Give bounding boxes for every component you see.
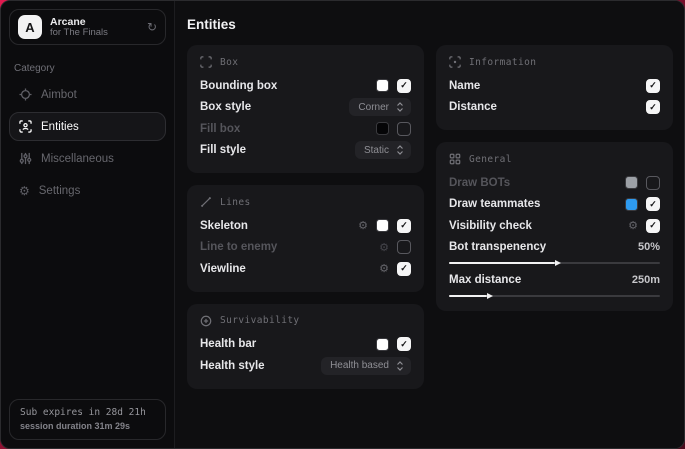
setting-row-line-to-enemy: Line to enemy ⚙ xyxy=(200,237,411,259)
bot-transparency-slider[interactable] xyxy=(449,262,660,264)
checkbox[interactable] xyxy=(397,262,411,276)
setting-row-bounding-box: Bounding box xyxy=(200,75,411,97)
panel-general: General Draw BOTs Draw teammates xyxy=(436,142,673,311)
sliders-icon xyxy=(19,152,32,165)
gear-icon: ⚙ xyxy=(19,185,30,197)
checkbox[interactable] xyxy=(397,79,411,93)
gear-icon[interactable]: ⚙ xyxy=(379,263,389,274)
checkbox[interactable] xyxy=(397,240,411,254)
fill-style-dropdown[interactable]: Static xyxy=(355,141,411,159)
diagonal-line-icon xyxy=(200,196,212,208)
panel-header-label: Survivability xyxy=(220,315,300,326)
brand-card: A Arcane for The Finals ↻ xyxy=(9,9,166,45)
color-swatch[interactable] xyxy=(376,122,389,135)
panel-header-label: Information xyxy=(469,57,536,68)
brand-text: Arcane for The Finals xyxy=(50,16,139,39)
checkbox[interactable] xyxy=(646,197,660,211)
health-plus-icon xyxy=(200,315,212,327)
chevron-up-down-icon xyxy=(396,361,404,371)
setting-row-distance: Distance xyxy=(449,97,660,119)
grid-icon xyxy=(449,153,461,165)
checkbox[interactable] xyxy=(646,219,660,233)
setting-row-skeleton: Skeleton ⚙ xyxy=(200,215,411,237)
health-style-dropdown[interactable]: Health based xyxy=(321,357,411,375)
panel-header-label: General xyxy=(469,154,512,165)
sidebar-item-label: Entities xyxy=(41,121,79,133)
checkbox[interactable] xyxy=(646,79,660,93)
max-distance-slider[interactable] xyxy=(449,295,660,297)
setting-row-health-bar: Health bar xyxy=(200,334,411,356)
checkbox[interactable] xyxy=(397,122,411,136)
setting-row-health-style: Health style Health based xyxy=(200,355,411,377)
category-label: Category xyxy=(1,53,174,80)
setting-row-draw-teammates: Draw teammates xyxy=(449,194,660,216)
sidebar-item-aimbot[interactable]: Aimbot xyxy=(9,80,166,109)
gear-icon[interactable]: ⚙ xyxy=(358,220,368,231)
sidebar-item-entities[interactable]: Entities xyxy=(9,112,166,141)
setting-row-max-distance: Max distance 250m xyxy=(449,271,660,297)
refresh-icon[interactable]: ↻ xyxy=(147,21,157,33)
panel-header-label: Box xyxy=(220,57,238,68)
session-duration-text: session duration 31m 29s xyxy=(20,421,155,431)
setting-row-name: Name xyxy=(449,75,660,97)
setting-row-viewline: Viewline ⚙ xyxy=(200,258,411,280)
entities-scan-icon xyxy=(19,120,32,133)
checkbox[interactable] xyxy=(646,176,660,190)
checkbox[interactable] xyxy=(646,100,660,114)
app-title: Arcane xyxy=(50,16,139,28)
panel-box: Box Bounding box Box style Corner xyxy=(187,45,424,173)
sub-expiry-text: Sub expires in 28d 21h xyxy=(20,407,155,418)
checkbox[interactable] xyxy=(397,337,411,351)
crosshair-icon xyxy=(19,88,32,101)
page-title: Entities xyxy=(175,1,685,45)
setting-row-draw-bots: Draw BOTs xyxy=(449,172,660,194)
app-window: A Arcane for The Finals ↻ Category Aimbo… xyxy=(0,0,685,449)
slider-thumb[interactable] xyxy=(555,260,561,266)
app-logo: A xyxy=(18,15,42,39)
slider-value: 250m xyxy=(632,274,660,286)
color-swatch[interactable] xyxy=(625,176,638,189)
chevron-up-down-icon xyxy=(396,145,404,155)
sidebar-item-settings[interactable]: ⚙ Settings xyxy=(9,176,166,205)
setting-row-fill-box: Fill box xyxy=(200,118,411,140)
app-subtitle: for The Finals xyxy=(50,28,139,39)
checkbox[interactable] xyxy=(397,219,411,233)
panel-header-label: Lines xyxy=(220,197,251,208)
sidebar-item-label: Miscellaneous xyxy=(41,153,114,165)
setting-row-box-style: Box style Corner xyxy=(200,97,411,119)
panel-survivability: Survivability Health bar Health style He… xyxy=(187,304,424,389)
slider-value: 50% xyxy=(638,241,660,253)
box-corners-icon xyxy=(200,56,212,68)
setting-row-fill-style: Fill style Static xyxy=(200,140,411,162)
color-swatch[interactable] xyxy=(625,198,638,211)
main-content: Entities Box Bounding box xyxy=(175,1,685,448)
slider-thumb[interactable] xyxy=(487,293,493,299)
gear-icon[interactable]: ⚙ xyxy=(379,242,389,253)
panel-information: Information Name Distance xyxy=(436,45,673,130)
sidebar-nav: Aimbot Entities Miscellaneous ⚙ Settings xyxy=(1,80,174,205)
info-scan-icon xyxy=(449,56,461,68)
sidebar: A Arcane for The Finals ↻ Category Aimbo… xyxy=(1,1,175,448)
sidebar-item-label: Aimbot xyxy=(41,89,77,101)
color-swatch[interactable] xyxy=(376,219,389,232)
setting-row-bot-transparency: Bot transpenency 50% xyxy=(449,238,660,264)
sidebar-item-label: Settings xyxy=(39,185,81,197)
subscription-info: Sub expires in 28d 21h session duration … xyxy=(9,399,166,440)
gear-icon[interactable]: ⚙ xyxy=(628,220,638,231)
setting-row-visibility-check: Visibility check ⚙ xyxy=(449,215,660,237)
panel-lines: Lines Skeleton ⚙ Line to enemy ⚙ xyxy=(187,185,424,292)
chevron-up-down-icon xyxy=(396,102,404,112)
sidebar-item-miscellaneous[interactable]: Miscellaneous xyxy=(9,144,166,173)
box-style-dropdown[interactable]: Corner xyxy=(349,98,411,116)
color-swatch[interactable] xyxy=(376,79,389,92)
color-swatch[interactable] xyxy=(376,338,389,351)
